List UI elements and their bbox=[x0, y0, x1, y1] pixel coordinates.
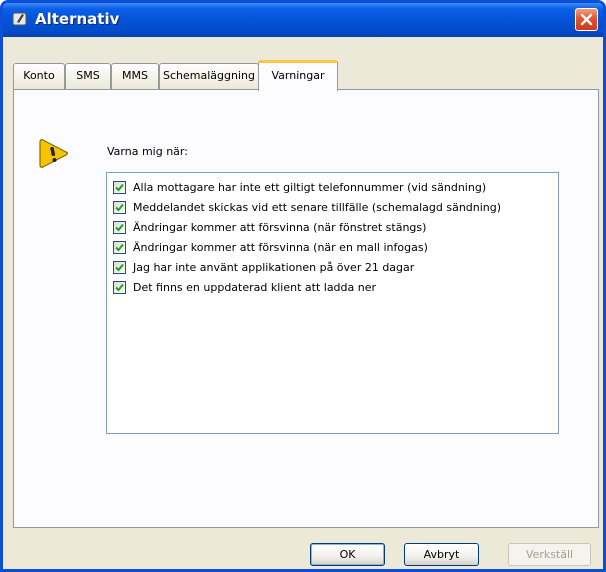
apply-button[interactable]: Verkställ bbox=[508, 543, 591, 566]
tab-mms[interactable]: MMS bbox=[111, 63, 159, 89]
title-bar[interactable]: Alternativ bbox=[3, 3, 603, 37]
warning-item-label: Jag har inte använt applikationen på öve… bbox=[133, 261, 415, 274]
tab-sms[interactable]: SMS bbox=[65, 63, 111, 89]
checkmark-icon bbox=[115, 243, 124, 252]
warnings-heading: Varna mig när: bbox=[107, 145, 188, 158]
checkmark-icon bbox=[115, 203, 124, 212]
app-icon bbox=[12, 12, 27, 26]
cancel-button[interactable]: Avbryt bbox=[404, 543, 479, 566]
checkbox-client-update[interactable] bbox=[113, 281, 126, 294]
warning-item-label: Alla mottagare har inte ett giltigt tele… bbox=[133, 181, 487, 194]
tab-varningar[interactable]: Varningar bbox=[258, 60, 338, 91]
options-dialog: Alternativ Konto SMS MMS Schemaläggning … bbox=[0, 0, 606, 572]
close-icon bbox=[580, 13, 593, 26]
checkmark-icon bbox=[115, 263, 124, 272]
tab-schemalaggning[interactable]: Schemaläggning bbox=[159, 63, 259, 89]
checkbox-invalid-number[interactable] bbox=[113, 181, 126, 194]
warning-icon bbox=[39, 139, 69, 168]
checkmark-icon bbox=[115, 283, 124, 292]
tab-konto[interactable]: Konto bbox=[13, 63, 65, 89]
warning-item-label: Det finns en uppdaterad klient att ladda… bbox=[133, 281, 377, 294]
checkbox-window-close[interactable] bbox=[113, 221, 126, 234]
checkmark-icon bbox=[115, 183, 124, 192]
warnings-panel: Varna mig när: Alla mottagare har inte e… bbox=[13, 89, 599, 528]
warning-item-label: Meddelandet skickas vid ett senare tillf… bbox=[133, 201, 502, 214]
warning-item-label: Ändringar kommer att försvinna (när föns… bbox=[133, 221, 427, 234]
warning-item-label: Ändringar kommer att försvinna (när en m… bbox=[133, 241, 428, 254]
ok-button[interactable]: OK bbox=[310, 543, 385, 566]
warnings-list[interactable]: Alla mottagare har inte ett giltigt tele… bbox=[106, 172, 559, 434]
checkbox-template-insert[interactable] bbox=[113, 241, 126, 254]
checkbox-scheduled-send[interactable] bbox=[113, 201, 126, 214]
window-title: Alternativ bbox=[35, 10, 120, 28]
close-button[interactable] bbox=[575, 8, 598, 31]
checkbox-inactive-days[interactable] bbox=[113, 261, 126, 274]
checkmark-icon bbox=[115, 223, 124, 232]
